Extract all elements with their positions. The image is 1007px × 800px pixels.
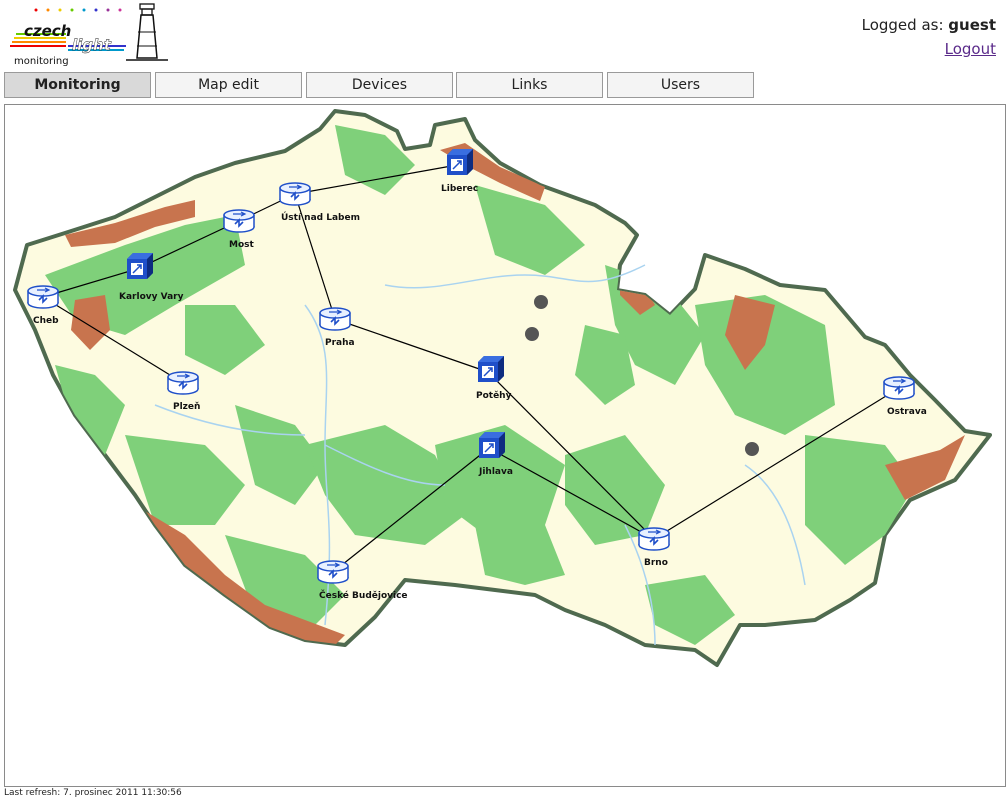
node-most[interactable]: Most — [223, 209, 255, 250]
username: guest — [948, 16, 996, 34]
node-label: Praha — [325, 338, 355, 348]
tab-links[interactable]: Links — [456, 72, 603, 98]
last-refresh-value: 7. prosinec 2011 11:30:56 — [63, 788, 182, 798]
tab-monitoring[interactable]: Monitoring — [4, 72, 151, 98]
logout-link[interactable]: Logout — [945, 40, 996, 58]
node-label: Ostrava — [887, 407, 927, 417]
node-label: Most — [229, 240, 254, 250]
node-brno[interactable]: Brno — [638, 527, 670, 568]
logo-graphic: czech light monitoring — [10, 3, 168, 67]
logged-as-label: Logged as: — [861, 16, 944, 34]
logo-dots — [34, 8, 122, 12]
country-map — [13, 109, 992, 667]
logo-word-2: light — [72, 36, 112, 54]
tab-map-edit[interactable]: Map edit — [155, 72, 302, 98]
tab-users[interactable]: Users — [607, 72, 754, 98]
node-label: Cheb — [33, 316, 59, 326]
unlinked-node-dot[interactable] — [534, 295, 548, 309]
node-label: Liberec — [441, 184, 478, 194]
last-refresh-label: Last refresh: — [4, 788, 61, 798]
node-label: České Budějovice — [319, 589, 408, 601]
logo: czech light monitoring — [6, 2, 168, 67]
node-label: Potěhy — [476, 390, 512, 401]
network-map: Cheb Karlovy Vary Most Ústí nad Labem Li… — [4, 104, 1006, 787]
tab-devices[interactable]: Devices — [306, 72, 453, 98]
lighthouse-icon — [126, 3, 168, 61]
node-label: Brno — [644, 558, 668, 568]
logo-word-1: czech — [24, 22, 71, 40]
node-cheb[interactable]: Cheb — [27, 285, 59, 326]
node-label: Karlovy Vary — [119, 292, 184, 302]
node-label: Plzeň — [173, 402, 200, 412]
map-canvas: Cheb Karlovy Vary Most Ústí nad Labem Li… — [13, 109, 992, 667]
login-info: Logged as: guest Logout — [862, 16, 996, 58]
node-label: Ústí nad Labem — [281, 211, 360, 223]
unlinked-node-dot[interactable] — [525, 327, 539, 341]
logo-subtitle: monitoring — [14, 56, 69, 66]
unlinked-node-dot[interactable] — [745, 442, 759, 456]
status-bar: Last refresh: 7. prosinec 2011 11:30:56 — [4, 788, 182, 798]
node-plzen[interactable]: Plzeň — [167, 371, 200, 412]
node-label: Jihlava — [478, 467, 513, 477]
